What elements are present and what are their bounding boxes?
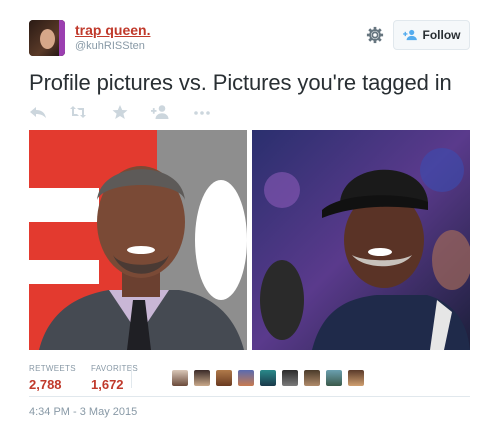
favoriter-avatar[interactable]: [304, 370, 320, 386]
retweets-count[interactable]: 2,788: [29, 377, 76, 392]
favorite-icon[interactable]: [111, 104, 129, 120]
follow-button[interactable]: Follow: [393, 20, 470, 50]
tweet-text: Profile pictures vs. Pictures you're tag…: [29, 70, 452, 95]
stats-divider: [131, 366, 132, 388]
gear-icon[interactable]: [366, 26, 384, 44]
favoriter-avatar[interactable]: [260, 370, 276, 386]
footer-divider: [29, 396, 470, 397]
user-avatar[interactable]: [29, 20, 65, 56]
favoriter-avatar[interactable]: [282, 370, 298, 386]
retweets-label: RETWEETS: [29, 364, 76, 373]
retweets-stat: RETWEETS 2,788: [29, 364, 76, 392]
favoriter-avatar[interactable]: [348, 370, 364, 386]
user-display-name[interactable]: trap queen.: [75, 22, 150, 38]
tweet-timestamp[interactable]: 4:34 PM - 3 May 2015: [29, 406, 137, 418]
follow-user-icon[interactable]: [151, 104, 169, 120]
add-user-icon: [402, 29, 417, 41]
follow-label: Follow: [422, 28, 461, 42]
tweet-photo-tagged[interactable]: [252, 130, 470, 350]
tweet-photo-profile[interactable]: [29, 130, 247, 350]
reply-icon[interactable]: [29, 104, 47, 120]
more-icon[interactable]: [193, 104, 211, 120]
retweet-icon[interactable]: [69, 104, 87, 120]
favoriter-avatar[interactable]: [194, 370, 210, 386]
favoriter-avatar[interactable]: [172, 370, 188, 386]
favoriter-avatar[interactable]: [238, 370, 254, 386]
favoriter-avatar[interactable]: [216, 370, 232, 386]
user-handle: @kuhRISSten: [75, 40, 145, 52]
favoriter-avatar[interactable]: [326, 370, 342, 386]
